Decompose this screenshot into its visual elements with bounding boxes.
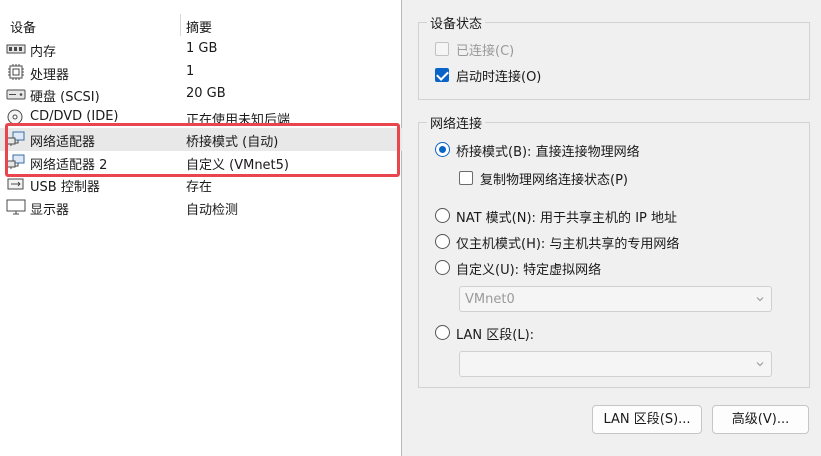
device-row-hard-disk[interactable]: 硬盘 (SCSI) 20 GB — [0, 83, 402, 106]
replicate-state-checkbox[interactable] — [459, 171, 473, 185]
custom-label: 自定义(U): 特定虚拟网络 — [456, 263, 602, 278]
device-name: 处理器 — [30, 67, 70, 83]
connected-label: 已连接(C) — [456, 44, 515, 59]
nat-label: NAT 模式(N): 用于共享主机的 IP 地址 — [456, 211, 678, 226]
device-name: 网络适配器 — [30, 135, 96, 150]
device-row-usb-controller[interactable]: USB 控制器 存在 — [0, 173, 402, 196]
host-only-radio[interactable] — [435, 234, 450, 249]
network-connection-title: 网络连接 — [427, 113, 486, 132]
device-summary: 自动检测 — [186, 202, 239, 218]
device-name: CD/DVD (IDE) — [30, 108, 119, 124]
network-adapter-icon — [6, 154, 25, 169]
device-row-processor[interactable]: 处理器 1 — [0, 61, 402, 84]
device-summary: 20 GB — [186, 86, 226, 101]
device-row-network-adapter-2[interactable]: 网络适配器 2 自定义 (VMnet5) — [0, 151, 402, 174]
device-summary: 自定义 (VMnet5) — [186, 157, 289, 173]
lan-segment-select[interactable] — [459, 351, 772, 377]
device-summary: 1 — [186, 63, 195, 79]
custom-vmnet-select[interactable]: VMnet0 — [459, 286, 772, 312]
display-icon — [6, 199, 26, 214]
device-list-panel: 设备 摘要 内存 1 GB 处理器 1 硬盘 (SCSI) 20 GB CD/D… — [0, 0, 402, 456]
device-row-memory[interactable]: 内存 1 GB — [0, 38, 402, 61]
column-header-summary[interactable]: 摘要 — [186, 17, 212, 36]
device-row-cd-dvd[interactable]: CD/DVD (IDE) 正在使用未知后端 — [0, 106, 402, 129]
usb-controller-icon — [7, 178, 24, 190]
lan-segment-label: LAN 区段(L): — [456, 328, 535, 343]
processor-icon — [8, 63, 24, 80]
device-name: 显示器 — [30, 202, 70, 218]
device-list-header: 设备 摘要 — [0, 14, 402, 38]
network-connection-group: 网络连接 桥接模式(B): 直接连接物理网络 复制物理网络连接状态(P) NAT… — [418, 113, 810, 388]
advanced-button[interactable]: 高级(V)... — [712, 405, 809, 434]
device-summary: 1 GB — [186, 41, 218, 56]
device-name: 硬盘 (SCSI) — [30, 90, 100, 105]
device-rows: 内存 1 GB 处理器 1 硬盘 (SCSI) 20 GB CD/DVD (ID… — [0, 38, 402, 218]
device-status-group: 设备状态 已连接(C) 启动时连接(O) — [418, 13, 810, 100]
device-name: 网络适配器 2 — [30, 157, 108, 173]
device-summary: 桥接模式 (自动) — [186, 135, 279, 150]
cd-dvd-icon — [7, 109, 23, 124]
chevron-down-icon — [756, 297, 764, 302]
device-status-title: 设备状态 — [427, 13, 486, 32]
lan-segment-radio[interactable] — [435, 325, 450, 340]
memory-icon — [6, 44, 26, 54]
device-name: USB 控制器 — [30, 180, 100, 195]
connect-at-power-on-checkbox[interactable] — [435, 68, 449, 82]
device-summary: 正在使用未知后端 — [186, 112, 291, 128]
device-name: 内存 — [30, 45, 57, 60]
device-summary: 存在 — [186, 180, 213, 195]
device-row-display[interactable]: 显示器 自动检测 — [0, 196, 402, 219]
hard-disk-icon — [6, 89, 26, 100]
replicate-state-label: 复制物理网络连接状态(P) — [480, 173, 628, 188]
custom-vmnet-value: VMnet0 — [465, 292, 515, 307]
host-only-label: 仅主机模式(H): 与主机共享的专用网络 — [456, 237, 680, 252]
nat-radio[interactable] — [435, 208, 450, 223]
bridged-radio[interactable] — [435, 142, 450, 157]
network-adapter-icon — [6, 131, 25, 146]
column-header-device[interactable]: 设备 — [10, 17, 36, 36]
connected-checkbox[interactable] — [435, 42, 449, 56]
custom-radio[interactable] — [435, 260, 450, 275]
bridged-label: 桥接模式(B): 直接连接物理网络 — [456, 145, 640, 160]
device-row-network-adapter[interactable]: 网络适配器 桥接模式 (自动) — [0, 128, 402, 151]
chevron-down-icon — [756, 362, 764, 367]
lan-segments-button[interactable]: LAN 区段(S)... — [592, 405, 702, 434]
column-separator[interactable] — [180, 14, 181, 36]
connect-at-power-on-label: 启动时连接(O) — [456, 70, 542, 85]
